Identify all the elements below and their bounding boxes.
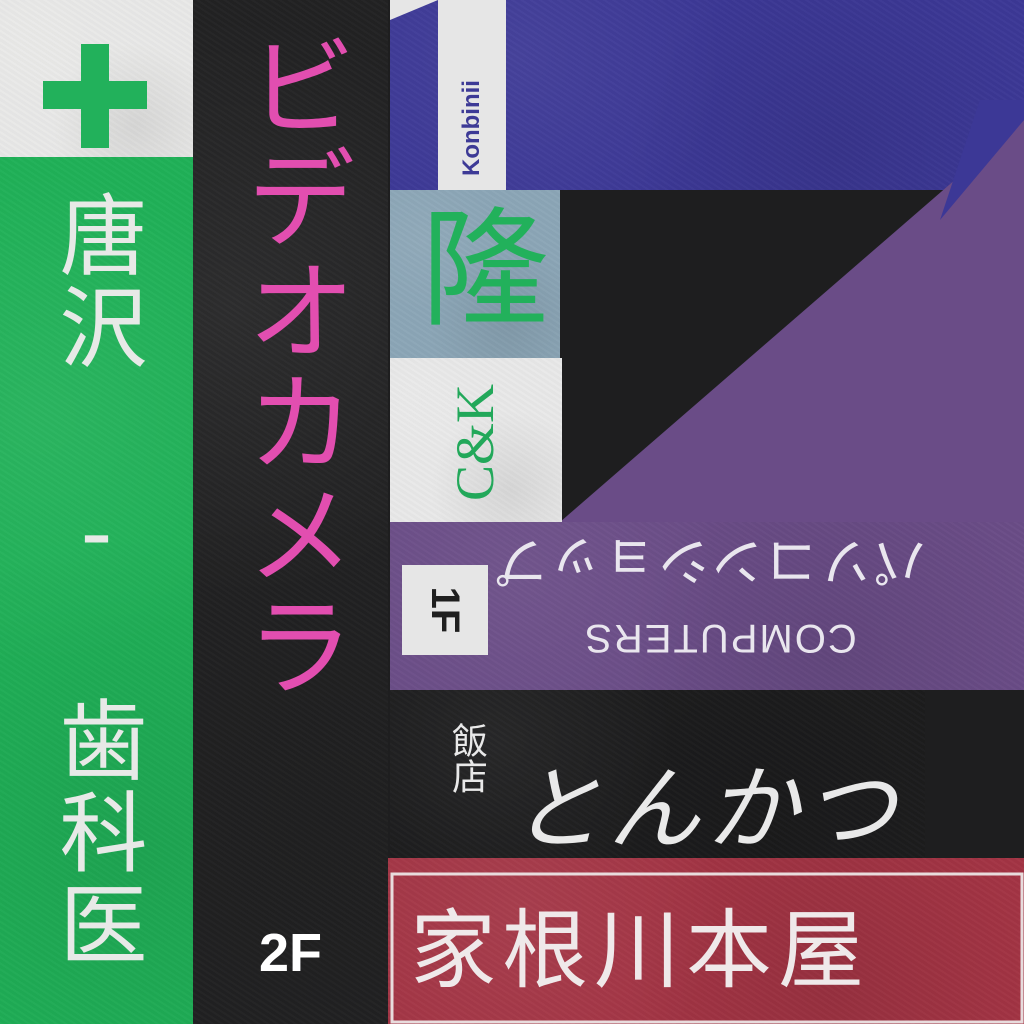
cross-icon: [43, 44, 147, 148]
red-shop-label: 家根川本屋: [410, 901, 870, 1001]
ck-label: C&K: [445, 383, 505, 501]
takashi-label: 隆: [420, 196, 549, 345]
konbini-corner: [390, 0, 438, 20]
computers-english-label: COMPUTERS: [583, 616, 857, 660]
restaurant-name-label: とんかつ: [510, 756, 903, 863]
video-floor-label: 2F: [258, 923, 323, 983]
computers-floor-label: 1F: [423, 586, 467, 634]
computers-kana-label: パソコンショップ: [494, 530, 927, 590]
restaurant-type-label: 飯店: [446, 722, 487, 794]
video-camera-label: ビデオカメラ: [227, 30, 355, 702]
konbini-label: Konbinii: [458, 80, 485, 176]
dental-sign-label: 唐沢 - 歯科医院: [45, 190, 148, 971]
